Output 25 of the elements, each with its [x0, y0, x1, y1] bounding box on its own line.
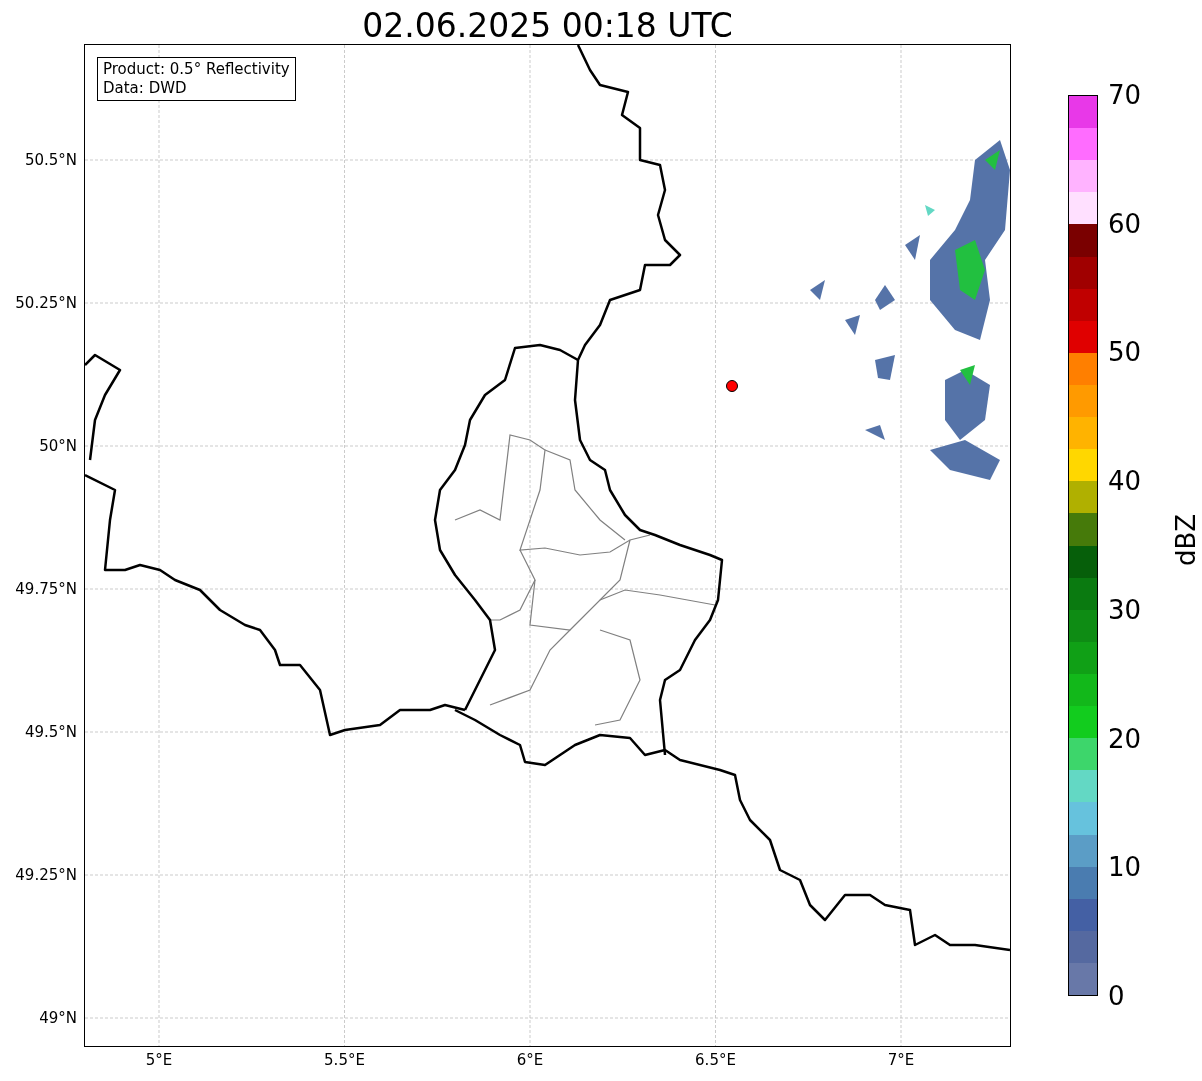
colorbar-tick-label: 50	[1108, 337, 1142, 368]
latitude-label: 50.5°N	[24, 151, 77, 169]
colorbar-tick-label: 0	[1108, 981, 1125, 1011]
latitude-label: 49°N	[39, 1009, 77, 1027]
latitude-label: 50.25°N	[15, 294, 77, 312]
latitude-label: 49.25°N	[15, 866, 77, 884]
longitude-label: 5°E	[145, 1051, 173, 1069]
colorbar-tick-label: 40	[1108, 466, 1142, 497]
longitude-label: 6°E	[516, 1051, 544, 1069]
latitude-label: 50°N	[39, 437, 77, 455]
longitude-label: 5.5°E	[324, 1051, 365, 1069]
colorbar-tick-label: 70	[1108, 80, 1142, 110]
colorbar-tick-label: 10	[1108, 852, 1142, 883]
colorbar-tick-label: 30	[1108, 594, 1142, 625]
info-text: Data: DWD	[103, 79, 188, 98]
longitude-label: 7°E	[887, 1051, 915, 1069]
longitude-label: 6.5°E	[695, 1051, 736, 1069]
colorbar-label: dBZ	[1171, 513, 1202, 567]
colorbar-tick-label: 60	[1108, 208, 1142, 239]
chart-title: 02.06.2025 00:18 UTC	[361, 5, 734, 45]
radar-site-marker	[726, 380, 738, 392]
info-text: Product: 0.5° Reflectivity	[103, 60, 290, 79]
latitude-label: 49.75°N	[15, 580, 77, 598]
latitude-label: 49.5°N	[24, 723, 77, 741]
colorbar-tick-label: 20	[1108, 723, 1142, 754]
